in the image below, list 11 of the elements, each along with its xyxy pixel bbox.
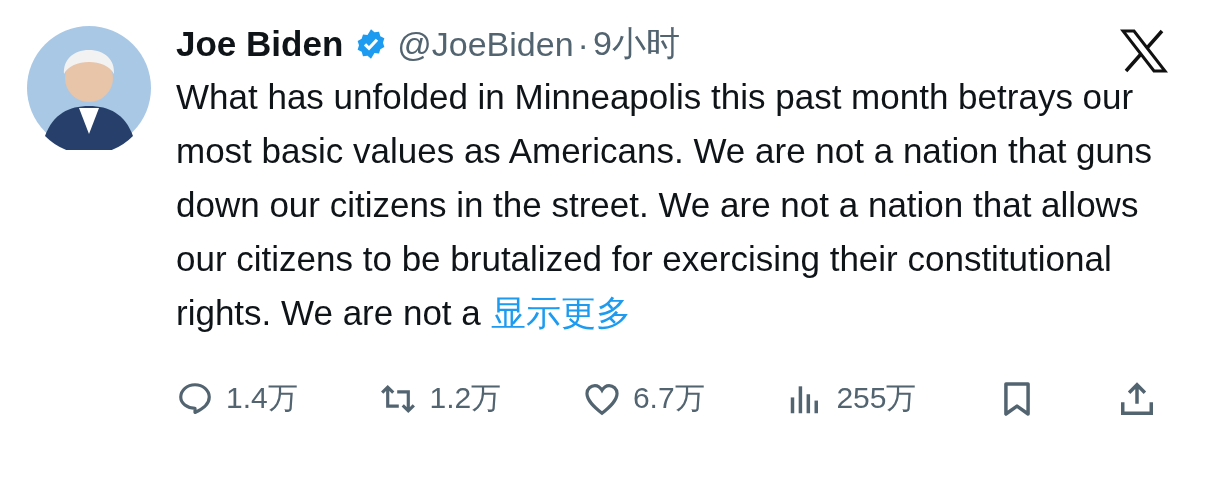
separator-dot: · — [577, 24, 589, 64]
action-count: 1.2万 — [429, 380, 502, 416]
action-count: 1.4万 — [226, 380, 298, 416]
avatar[interactable] — [27, 26, 151, 150]
author-handle[interactable]: @JoeBiden — [397, 24, 574, 64]
action-count: 6.7万 — [632, 380, 705, 416]
post-time[interactable]: 9小时 — [592, 21, 680, 67]
x-logo-icon — [1120, 29, 1168, 73]
author-name[interactable]: Joe Biden — [176, 24, 344, 64]
action-count: 255万 — [836, 380, 917, 416]
post-text: What has unfolded in Minneapolis this past month betrays our most basic values as Americans. We are not a nation that guns down our citizens in the street. We are not a nation that allows our citizens to be brutalized for exercising their constitutional rights. We are not a 显示更多 — [176, 76, 1153, 334]
